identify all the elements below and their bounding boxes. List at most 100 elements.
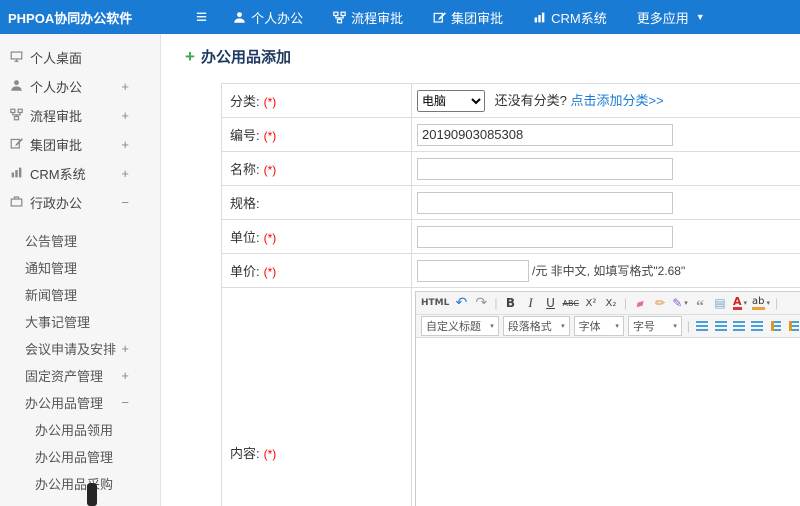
nav-label: 更多应用 xyxy=(636,10,689,26)
align-right-icon[interactable] xyxy=(730,316,748,336)
sidebar-item-notices[interactable]: 通知管理 xyxy=(0,254,160,281)
category-hint: 还没有分类? xyxy=(494,92,567,108)
redo-icon[interactable]: ↷ xyxy=(472,294,490,313)
add-category-link[interactable]: 点击添加分类>> xyxy=(570,93,663,108)
caret-down-icon: ▾ xyxy=(490,323,494,330)
undo-icon[interactable]: ↶ xyxy=(452,294,470,313)
nav-more-apps[interactable]: 更多应用 ▼ xyxy=(637,8,705,27)
expand-icon[interactable]: + xyxy=(121,79,129,94)
category-select[interactable]: 电脑 xyxy=(417,89,485,112)
price-input[interactable] xyxy=(417,259,529,282)
spec-input[interactable] xyxy=(417,191,673,214)
sidebar-item-label: 流程审批 xyxy=(30,109,83,124)
paste-text-icon[interactable]: ▤ xyxy=(711,294,729,313)
form-row-name: 名称: (*) xyxy=(221,151,800,186)
subscript-icon[interactable]: X₂ xyxy=(602,294,620,313)
sidebar-item-label: 新闻管理 xyxy=(25,288,78,303)
nav-label: 个人办公 xyxy=(251,10,304,26)
collapse-icon[interactable]: − xyxy=(121,195,129,210)
form-row-category: 分类: (*) 电脑 还没有分类? 点击添加分类>> xyxy=(221,83,800,118)
page-title-text: 办公用品添加 xyxy=(200,49,291,66)
strikethrough-icon[interactable]: ABC xyxy=(562,294,580,313)
expand-icon[interactable]: + xyxy=(121,108,129,123)
superscript-icon[interactable]: X² xyxy=(582,294,600,313)
sidebar-item-workflow[interactable]: 流程审批 + xyxy=(0,101,160,130)
sidebar-item-label: 办公用品领用 xyxy=(35,423,114,438)
html-source-icon[interactable]: HTML xyxy=(420,294,450,313)
bar-chart-icon xyxy=(10,166,23,182)
expand-icon[interactable]: + xyxy=(121,368,129,383)
form-row-code: 编号: (*) xyxy=(221,117,800,152)
format-brush-icon[interactable]: ✏ xyxy=(651,294,669,313)
editor-body[interactable] xyxy=(416,338,800,506)
collapse-icon[interactable]: − xyxy=(121,395,129,410)
sidebar-item-group-approval[interactable]: 集团审批 + xyxy=(0,130,160,159)
code-input[interactable] xyxy=(417,123,673,146)
flow-icon xyxy=(333,11,346,24)
expand-icon[interactable]: + xyxy=(121,137,129,152)
required-mark: (*) xyxy=(263,231,277,245)
expand-icon[interactable]: + xyxy=(121,166,129,181)
sidebar-item-label: 行政办公 xyxy=(30,196,83,211)
supply-add-form: 分类:(*) 电脑 还没有分类? 点击添加分类>> 编号:(*) 名称:(*) xyxy=(221,83,800,506)
nav-crm-system[interactable]: CRM系统 xyxy=(533,8,607,27)
italic-icon[interactable]: I xyxy=(522,294,540,313)
sidebar-item-office-supplies[interactable]: 办公用品管理 − xyxy=(0,389,160,416)
sidebar-item-supplies-manage[interactable]: 办公用品管理 xyxy=(0,443,160,470)
desktop-icon xyxy=(10,50,23,66)
align-center-icon[interactable] xyxy=(711,316,729,336)
underline-icon[interactable]: U xyxy=(542,294,560,313)
nav-group-approval[interactable]: 集团审批 xyxy=(433,8,503,27)
required-mark: (*) xyxy=(263,129,277,143)
font-size-select[interactable]: 字号 ▾ xyxy=(627,316,682,336)
align-left-icon[interactable] xyxy=(693,316,711,336)
paragraph-format-select[interactable]: 段落格式 ▾ xyxy=(502,316,570,336)
font-family-select[interactable]: 字体 ▾ xyxy=(573,316,624,336)
sidebar-item-admin-office[interactable]: 行政办公 − xyxy=(0,188,160,217)
toolbar-separator: | xyxy=(494,296,498,310)
unordered-list-icon[interactable] xyxy=(785,316,800,336)
sidebar-item-personal-office[interactable]: 个人办公 + xyxy=(0,72,160,101)
required-mark: (*) xyxy=(263,95,277,109)
align-justify-icon[interactable] xyxy=(748,316,766,336)
sidebar-item-news[interactable]: 新闻管理 xyxy=(0,281,160,308)
nav-workflow-approval[interactable]: 流程审批 xyxy=(333,8,403,27)
unit-input[interactable] xyxy=(417,225,673,248)
sidebar-item-announcements[interactable]: 公告管理 xyxy=(0,227,160,254)
bold-icon[interactable]: B xyxy=(502,294,520,313)
custom-title-select[interactable]: 自定义标题 ▾ xyxy=(421,316,499,336)
field-label: 规格: xyxy=(221,185,412,220)
briefcase-icon xyxy=(10,195,23,211)
sidebar-item-supplies-borrow[interactable]: 办公用品领用 xyxy=(0,416,160,443)
sidebar: 个人桌面 个人办公 + 流程审批 + 集团审批 + CRM系统 + 行政办公 − xyxy=(0,34,161,506)
scrollbar-thumb[interactable] xyxy=(87,483,97,506)
form-row-spec: 规格: xyxy=(221,185,800,220)
highlight-icon[interactable]: ab ▾ xyxy=(751,294,771,313)
sidebar-item-fixed-assets[interactable]: 固定资产管理 + xyxy=(0,362,160,389)
sidebar-item-memorabilia[interactable]: 大事记管理 xyxy=(0,308,160,335)
nav-personal-office[interactable]: 个人办公 xyxy=(233,8,303,27)
ordered-list-icon[interactable] xyxy=(766,316,784,336)
font-color-icon[interactable]: A ▾ xyxy=(731,294,749,313)
sidebar-item-crm[interactable]: CRM系统 + xyxy=(0,159,160,188)
expand-icon[interactable]: + xyxy=(121,341,129,356)
page-title: + 办公用品添加 xyxy=(185,46,800,67)
nav-label: 集团审批 xyxy=(451,10,504,26)
user-icon xyxy=(10,79,23,95)
sidebar-item-label: 集团审批 xyxy=(30,138,83,153)
paint-icon[interactable]: ✎ ▾ xyxy=(671,294,689,313)
sidebar-item-label: 固定资产管理 xyxy=(25,369,104,384)
sidebar-item-label: 办公用品采购 xyxy=(35,477,114,492)
eraser-icon[interactable]: ▰ xyxy=(629,291,652,315)
name-input[interactable] xyxy=(417,157,673,180)
flow-icon xyxy=(10,108,23,124)
required-mark: (*) xyxy=(263,163,277,177)
sidebar-item-desktop[interactable]: 个人桌面 xyxy=(0,43,160,72)
blockquote-icon[interactable]: “ xyxy=(691,294,709,314)
hamburger-menu-icon[interactable]: ≡ xyxy=(196,8,207,27)
toolbar-separator: | xyxy=(623,296,628,310)
editor-toolbar-row2: 自定义标题 ▾ 段落格式 ▾ 字体 ▾ 字号 ▾ | xyxy=(416,315,800,338)
sidebar-item-supplies-purchase[interactable]: 办公用品采购 xyxy=(0,470,160,497)
form-row-unit: 单位: (*) xyxy=(221,219,800,254)
sidebar-item-meetings[interactable]: 会议申请及安排 + xyxy=(0,335,160,362)
